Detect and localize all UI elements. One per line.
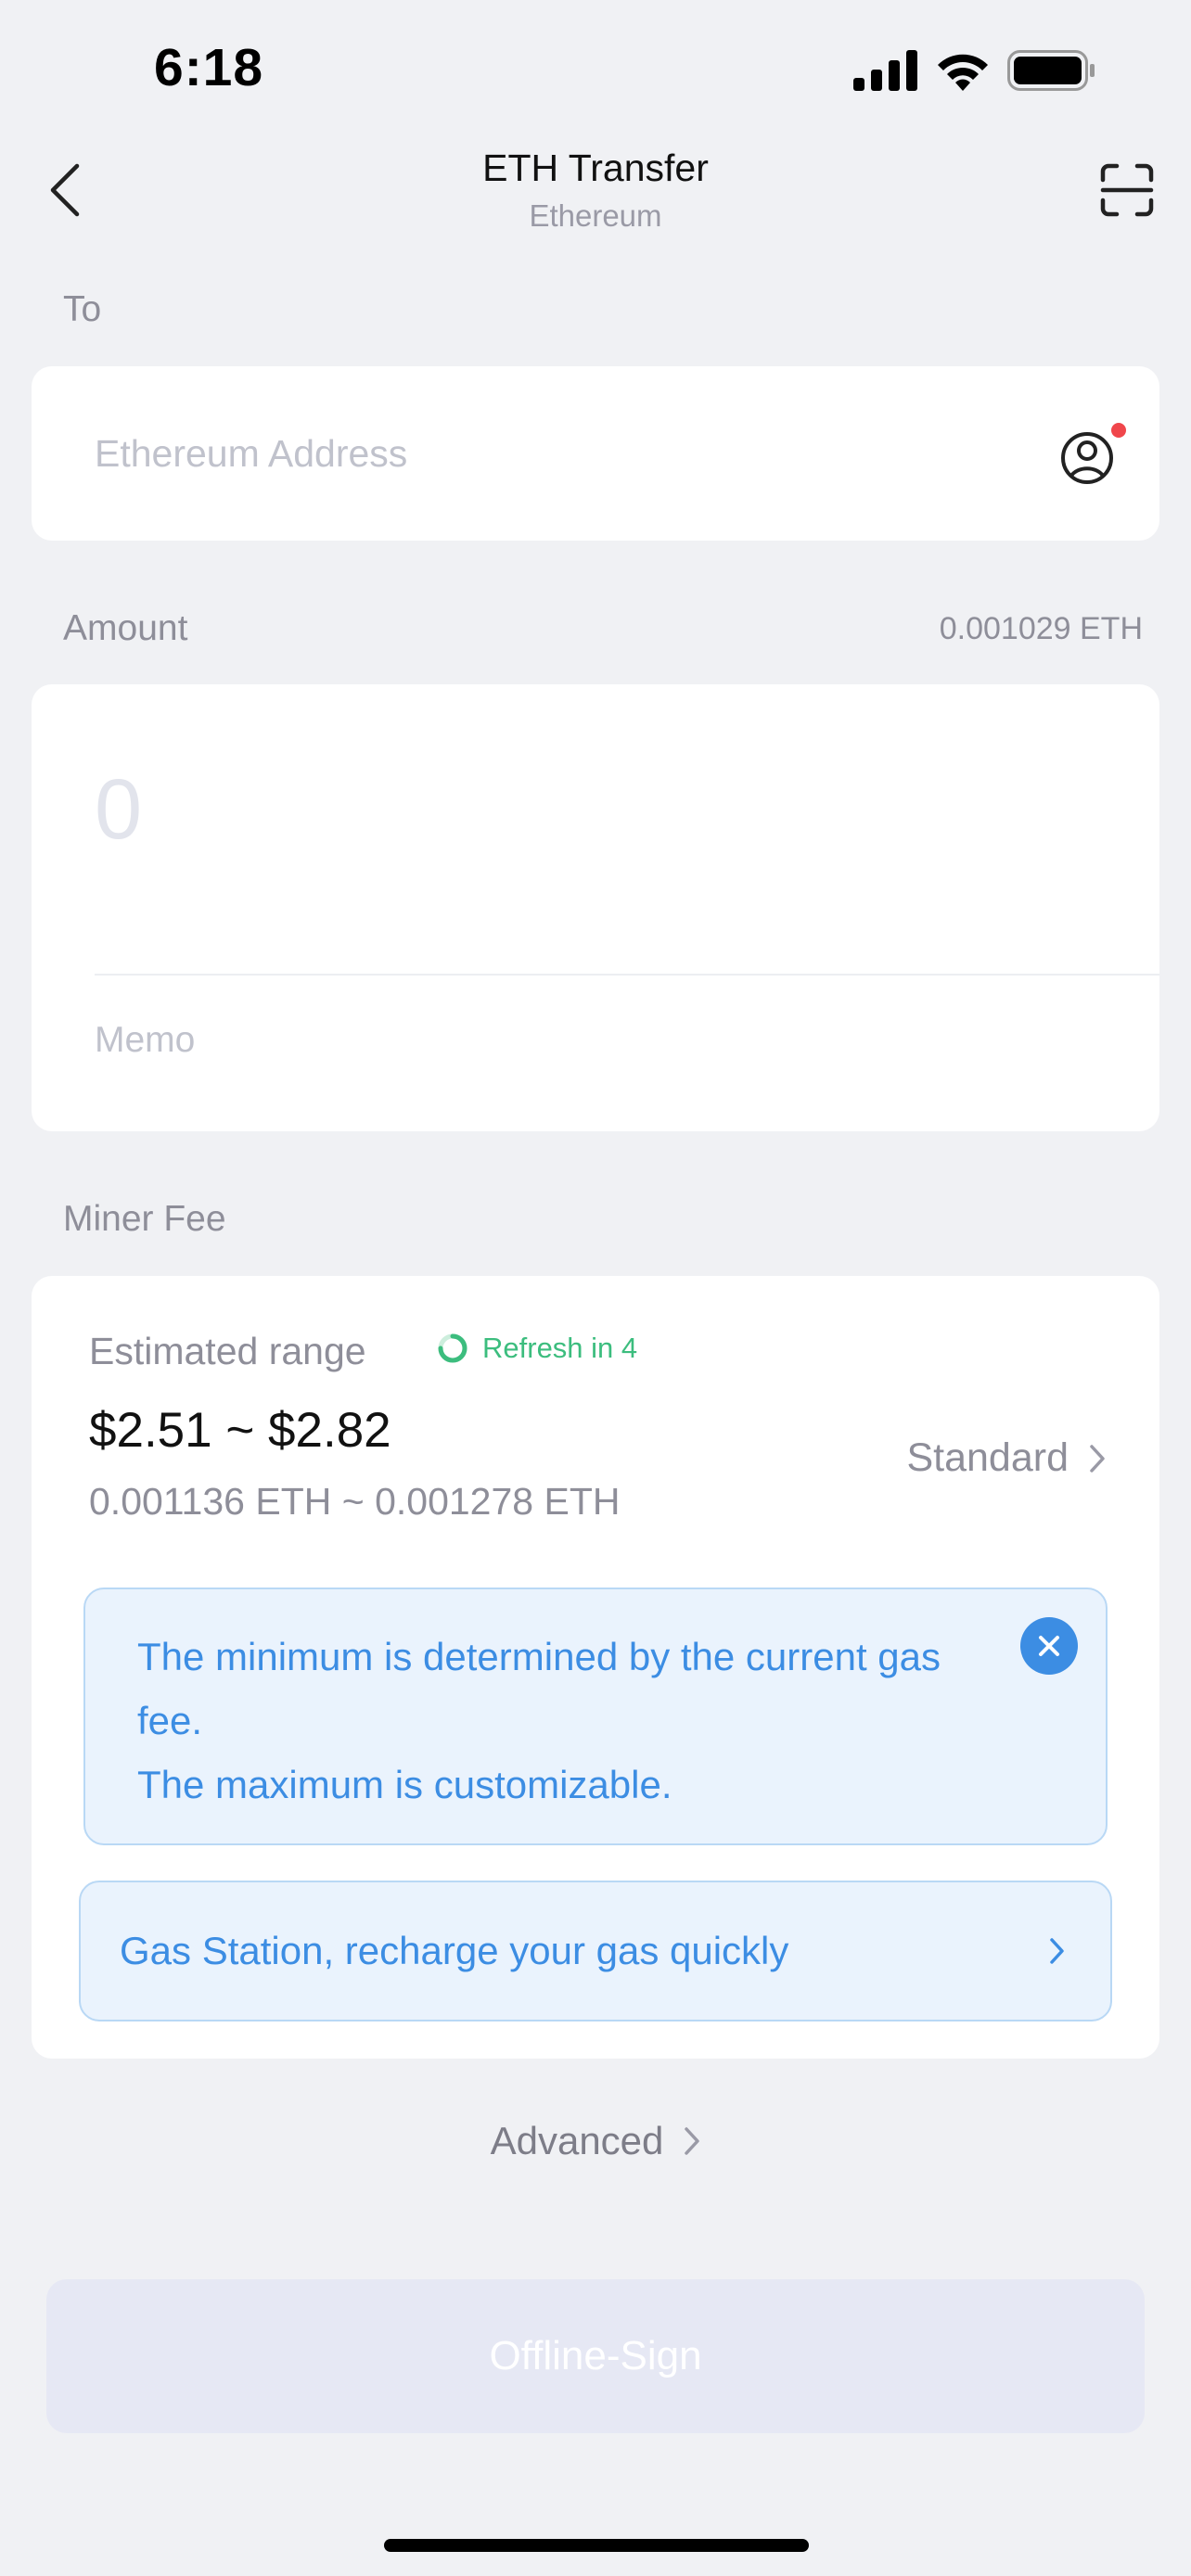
refresh-spinner-icon — [438, 1333, 467, 1363]
wifi-icon — [938, 54, 988, 91]
balance-text: 0.001029 ETH — [939, 611, 1143, 646]
address-card — [32, 366, 1159, 541]
fee-speed-selector[interactable]: Standard — [906, 1435, 1106, 1481]
gas-station-text: Gas Station, recharge your gas quickly — [120, 1929, 789, 1972]
fee-info-line-1: The minimum is determined by the current… — [137, 1635, 941, 1742]
offline-sign-button[interactable]: Offline-Sign — [46, 2279, 1145, 2433]
refresh-timer: Refresh in 4 — [436, 1332, 637, 1365]
status-time: 6:18 — [154, 38, 264, 97]
chevron-right-icon — [685, 2127, 700, 2155]
home-indicator — [384, 2539, 809, 2552]
signal-icon — [853, 50, 917, 91]
chevron-right-icon — [1050, 1938, 1064, 1964]
fee-info-text: The minimum is determined by the current… — [137, 1625, 1000, 1817]
refresh-text: Refresh in 4 — [482, 1332, 638, 1364]
battery-icon — [1007, 50, 1095, 91]
advanced-button[interactable]: Advanced — [0, 2119, 1191, 2163]
contact-icon — [1061, 423, 1126, 484]
memo-input[interactable] — [95, 976, 1115, 1105]
amount-input[interactable] — [95, 731, 1022, 888]
fee-eth-range: 0.001136 ETH ~ 0.001278 ETH — [89, 1480, 621, 1523]
chevron-right-icon — [1090, 1444, 1105, 1473]
fee-usd-range: $2.51 ~ $2.82 — [89, 1403, 391, 1458]
fee-info-line-2: The maximum is customizable. — [137, 1763, 672, 1806]
amount-label: Amount — [63, 608, 188, 648]
address-input[interactable] — [95, 366, 1022, 541]
contact-book-button[interactable] — [1057, 417, 1132, 491]
gas-station-banner[interactable]: Gas Station, recharge your gas quickly — [79, 1881, 1112, 2021]
page-subtitle: Ethereum — [529, 198, 662, 233]
close-icon — [1039, 1636, 1059, 1656]
scan-button[interactable] — [1085, 153, 1169, 227]
advanced-label: Advanced — [490, 2119, 664, 2162]
scan-icon — [1100, 163, 1154, 217]
to-label: To — [63, 289, 102, 329]
status-icons — [853, 46, 1096, 95]
miner-fee-card: Estimated range Refresh in 4 $2.51 ~ $2.… — [32, 1276, 1159, 2059]
fee-speed-label: Standard — [906, 1435, 1069, 1480]
page-title: ETH Transfer — [482, 147, 709, 189]
estimated-range-label: Estimated range — [89, 1330, 366, 1372]
notification-dot — [1111, 423, 1126, 438]
fee-info-box: The minimum is determined by the current… — [83, 1588, 1108, 1845]
amount-card — [32, 684, 1159, 1131]
info-close-button[interactable] — [1020, 1617, 1078, 1675]
miner-fee-label: Miner Fee — [63, 1199, 226, 1239]
